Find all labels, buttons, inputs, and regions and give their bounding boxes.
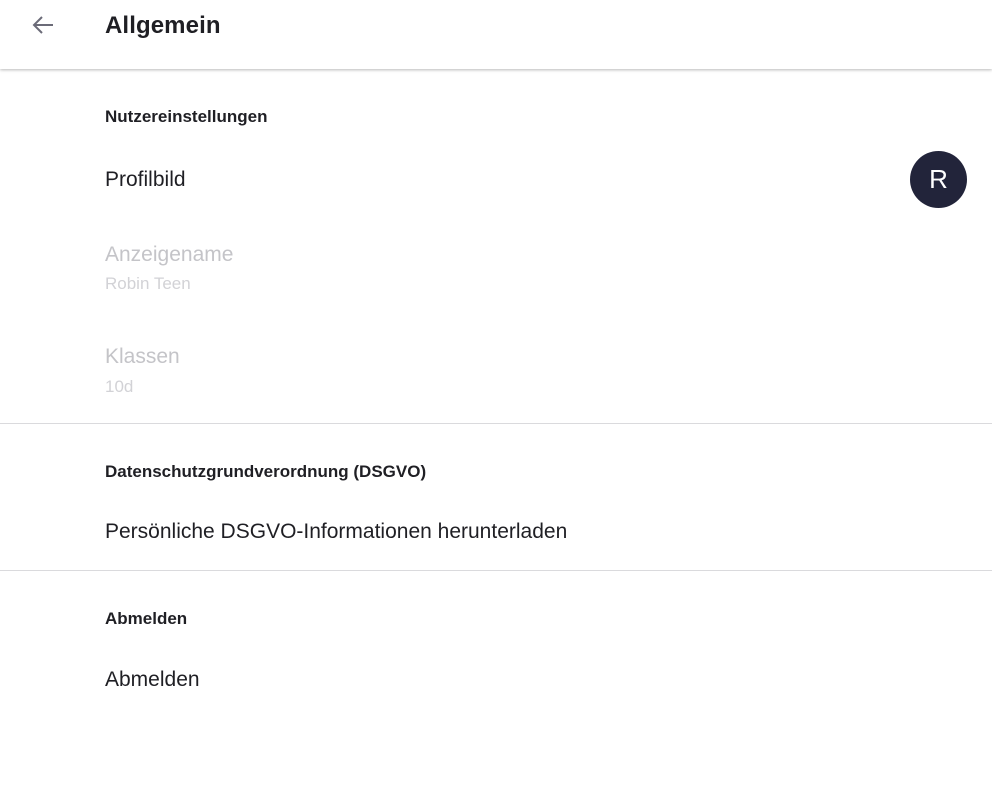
classes-value: 10d (105, 377, 134, 396)
section-title-user-settings: Nutzereinstellungen (105, 107, 268, 126)
profile-picture-label: Profilbild (105, 168, 186, 191)
display-name-label: Anzeigename (105, 243, 234, 266)
download-gdpr-info-label: Persönliche DSGVO-Informationen herunter… (105, 520, 568, 543)
divider (0, 570, 992, 571)
profile-picture-row[interactable]: Profilbild (0, 145, 992, 215)
page-title: Allgemein (105, 12, 221, 39)
download-gdpr-info-row[interactable]: Persönliche DSGVO-Informationen herunter… (0, 500, 992, 568)
logout-label: Abmelden (105, 668, 200, 691)
section-title-logout: Abmelden (105, 609, 188, 628)
back-button[interactable] (28, 10, 58, 40)
avatar-initial: R (929, 164, 948, 194)
logout-row[interactable]: Abmelden (0, 648, 992, 714)
divider (0, 423, 992, 424)
section-title-gdpr: Datenschutzgrundverordnung (DSGVO) (105, 462, 427, 481)
classes-label: Klassen (105, 345, 180, 368)
arrow-left-icon (32, 16, 53, 34)
top-app-bar: Allgemein (0, 0, 992, 69)
avatar[interactable]: R (910, 151, 967, 208)
display-name-value: Robin Teen (105, 274, 191, 293)
